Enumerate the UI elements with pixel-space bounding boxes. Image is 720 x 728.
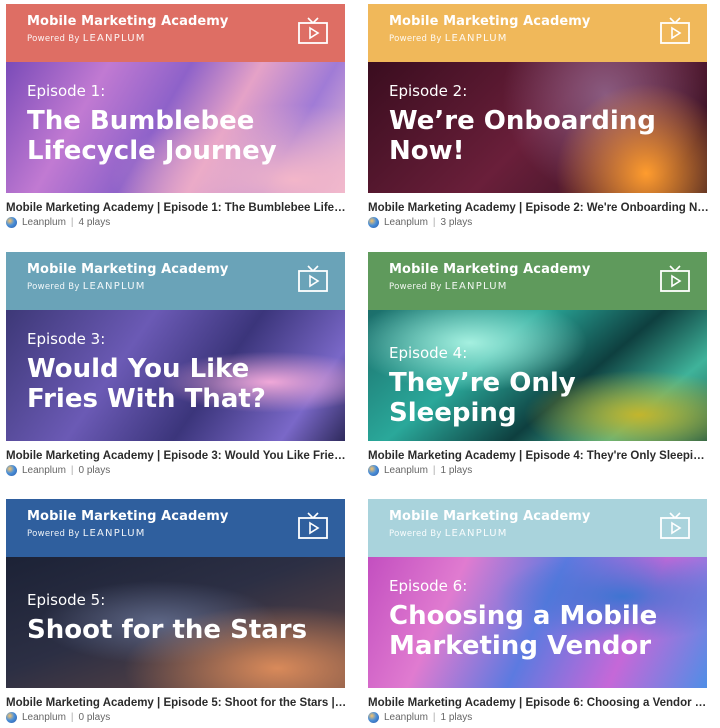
episode-title: They’re Only Sleeping: [389, 368, 576, 428]
play-count: 0 plays: [78, 465, 111, 476]
thumbnail-artwork: Episode 5: Shoot for the Stars: [6, 557, 345, 688]
video-meta: Leanplum | 1 plays: [368, 465, 707, 476]
video-meta: Leanplum | 1 plays: [368, 712, 707, 723]
leanplum-logo: LEANPLUM: [82, 281, 146, 292]
video-card[interactable]: Mobile Marketing Academy Powered By LEANP…: [368, 4, 709, 228]
video-meta: Leanplum | 3 plays: [368, 217, 707, 228]
video-title-link[interactable]: Mobile Marketing Academy | Episode 6: Ch…: [368, 697, 709, 709]
video-title-link[interactable]: Mobile Marketing Academy | Episode 1: Th…: [6, 202, 347, 214]
author-name[interactable]: Leanplum: [22, 465, 66, 476]
video-meta: Leanplum | 0 plays: [6, 465, 345, 476]
video-card[interactable]: Mobile Marketing Academy Powered By LEANP…: [6, 499, 347, 723]
tv-play-icon: [298, 512, 328, 539]
thumbnail-banner: Mobile Marketing Academy Powered By LEANP…: [368, 499, 707, 557]
thumbnail-banner: Mobile Marketing Academy Powered By LEANP…: [6, 4, 345, 62]
video-thumbnail[interactable]: Mobile Marketing Academy Powered By LEANP…: [368, 252, 707, 441]
author-avatar[interactable]: [368, 712, 379, 723]
episode-title: The Bumblebee Lifecycle Journey: [27, 106, 277, 166]
video-thumbnail[interactable]: Mobile Marketing Academy Powered By LEANP…: [6, 252, 345, 441]
thumbnail-banner: Mobile Marketing Academy Powered By LEANP…: [6, 499, 345, 557]
author-name[interactable]: Leanplum: [384, 217, 428, 228]
leanplum-logo: LEANPLUM: [444, 281, 508, 292]
play-count: 4 plays: [78, 217, 111, 228]
thumbnail-artwork: Episode 4: They’re Only Sleeping: [368, 310, 707, 441]
video-card[interactable]: Mobile Marketing Academy Powered By LEANP…: [6, 252, 347, 476]
video-thumbnail[interactable]: Mobile Marketing Academy Powered By LEANP…: [6, 4, 345, 193]
episode-label: Episode 6:: [389, 577, 468, 595]
leanplum-logo: LEANPLUM: [82, 528, 146, 539]
episode-label: Episode 2:: [389, 82, 468, 100]
video-card[interactable]: Mobile Marketing Academy Powered By LEANP…: [368, 252, 709, 476]
thumbnail-artwork: Episode 1: The Bumblebee Lifecycle Journ…: [6, 62, 345, 193]
leanplum-logo: LEANPLUM: [444, 528, 508, 539]
author-name[interactable]: Leanplum: [22, 712, 66, 723]
thumbnail-artwork: Episode 2: We’re Onboarding Now!: [368, 62, 707, 193]
author-avatar[interactable]: [6, 465, 17, 476]
video-title-link[interactable]: Mobile Marketing Academy | Episode 2: We…: [368, 202, 709, 214]
tv-play-icon: [298, 265, 328, 292]
author-avatar[interactable]: [6, 217, 17, 228]
author-name[interactable]: Leanplum: [384, 712, 428, 723]
tv-play-icon: [660, 512, 690, 539]
video-meta: Leanplum | 4 plays: [6, 217, 345, 228]
video-title-link[interactable]: Mobile Marketing Academy | Episode 3: Wo…: [6, 450, 347, 462]
play-count: 1 plays: [440, 712, 473, 723]
leanplum-logo: LEANPLUM: [444, 33, 508, 44]
play-count: 0 plays: [78, 712, 111, 723]
tv-play-icon: [660, 265, 690, 292]
author-name[interactable]: Leanplum: [384, 465, 428, 476]
tv-play-icon: [660, 17, 690, 44]
author-avatar[interactable]: [6, 712, 17, 723]
episode-title: Would You Like Fries With That?: [27, 354, 266, 414]
video-card[interactable]: Mobile Marketing Academy Powered By LEANP…: [6, 4, 347, 228]
thumbnail-artwork: Episode 6: Choosing a Mobile Marketing V…: [368, 557, 707, 688]
play-count: 3 plays: [440, 217, 473, 228]
episode-label: Episode 4:: [389, 344, 468, 362]
thumbnail-banner: Mobile Marketing Academy Powered By LEANP…: [6, 252, 345, 310]
video-thumbnail[interactable]: Mobile Marketing Academy Powered By LEANP…: [368, 499, 707, 688]
episode-title: We’re Onboarding Now!: [389, 106, 656, 166]
thumbnail-banner: Mobile Marketing Academy Powered By LEANP…: [368, 252, 707, 310]
author-avatar[interactable]: [368, 465, 379, 476]
episode-title: Shoot for the Stars: [27, 615, 308, 645]
episode-title: Choosing a Mobile Marketing Vendor: [389, 601, 658, 661]
video-thumbnail[interactable]: Mobile Marketing Academy Powered By LEANP…: [368, 4, 707, 193]
thumbnail-banner: Mobile Marketing Academy Powered By LEANP…: [368, 4, 707, 62]
video-card[interactable]: Mobile Marketing Academy Powered By LEANP…: [368, 499, 709, 723]
video-title-link[interactable]: Mobile Marketing Academy | Episode 5: Sh…: [6, 697, 347, 709]
tv-play-icon: [298, 17, 328, 44]
video-title-link[interactable]: Mobile Marketing Academy | Episode 4: Th…: [368, 450, 709, 462]
author-name[interactable]: Leanplum: [22, 217, 66, 228]
episode-label: Episode 5:: [27, 591, 106, 609]
thumbnail-artwork: Episode 3: Would You Like Fries With Tha…: [6, 310, 345, 441]
video-meta: Leanplum | 0 plays: [6, 712, 345, 723]
leanplum-logo: LEANPLUM: [82, 33, 146, 44]
play-count: 1 plays: [440, 465, 473, 476]
author-avatar[interactable]: [368, 217, 379, 228]
video-thumbnail[interactable]: Mobile Marketing Academy Powered By LEANP…: [6, 499, 345, 688]
episode-label: Episode 3:: [27, 330, 106, 348]
episode-label: Episode 1:: [27, 82, 106, 100]
